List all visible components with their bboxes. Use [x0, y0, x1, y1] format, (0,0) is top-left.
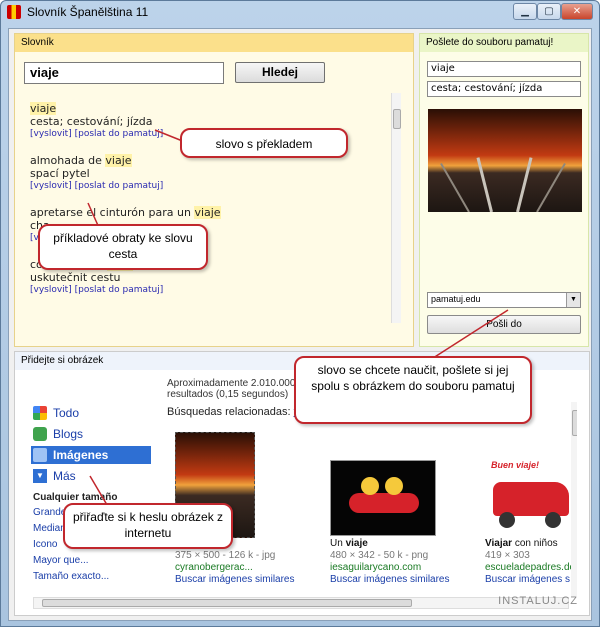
send-panel: Pošlete do souboru pamatuj! viaje cesta;… [419, 33, 589, 347]
filter-exact-size[interactable]: Tamaño exacto... [33, 571, 109, 582]
filter-icon[interactable]: Icono [33, 539, 57, 550]
nav-more[interactable]: ▼ Más [31, 467, 151, 485]
minimize-button[interactable]: ▁ [513, 3, 537, 20]
nav-images[interactable]: Imágenes [31, 446, 151, 464]
filter-larger-than[interactable]: Mayor que... [33, 555, 89, 566]
chevron-down-icon[interactable]: ▼ [566, 293, 580, 307]
similar-images-link[interactable]: Buscar imágenes similares [330, 574, 450, 586]
dictionary-panel-title: Slovník [15, 34, 413, 52]
scrollbar-thumb[interactable] [42, 599, 412, 607]
callout-word-translation: slovo s překladem [180, 128, 348, 158]
image-result-red-car[interactable]: Buen viaje! [485, 460, 575, 536]
pronounce-link[interactable]: [vyslovit] [30, 285, 72, 295]
camera-icon [33, 448, 47, 462]
image-search-hscroll[interactable] [33, 597, 569, 609]
send-button[interactable]: Pošli do [427, 315, 581, 334]
dictionary-panel: Slovník viaje Hledej viaje cesta; cestov… [14, 33, 414, 347]
scrollbar-thumb[interactable] [393, 109, 401, 129]
search-input[interactable]: viaje [24, 62, 224, 84]
similar-images-link[interactable]: Buscar imágenes s [485, 574, 575, 586]
search-button[interactable]: Hledej [235, 62, 325, 83]
scrollbar-thumb[interactable] [572, 410, 577, 436]
entry-translation: uskutečnit cestu [30, 271, 121, 284]
results-scrollbar[interactable] [391, 93, 401, 323]
word-field[interactable]: viaje [427, 61, 581, 77]
pronounce-link[interactable]: [vyslovit] [30, 181, 72, 191]
image-result-cartoon-plane[interactable] [330, 460, 436, 536]
nav-blogs[interactable]: Blogs [31, 425, 151, 443]
send-panel-title: Pošlete do souboru pamatuj! [420, 34, 588, 52]
title-bar: Slovník Španělština 11 ▁ ▢ ✕ [1, 1, 599, 23]
send-to-memo-link[interactable]: [poslat do pamatuj] [75, 181, 164, 191]
entry-highlight: viaje [105, 154, 132, 167]
callout-image-tip: přiřaďte si k heslu obrázek z internetu [63, 503, 233, 549]
size-filter-title: Cualquier tamaño [33, 492, 118, 503]
google-icon [33, 406, 47, 420]
entry-phrase: viaje [30, 102, 380, 115]
close-button[interactable]: ✕ [561, 3, 593, 20]
image-caption: Un viaje 480 × 342 - 50 k - png iesaguil… [330, 538, 450, 586]
callout-phrases: příkladové obraty ke slovu cesta [38, 224, 208, 270]
window-title: Slovník Španělština 11 [27, 5, 149, 19]
send-to-memo-link[interactable]: [poslat do pamatuj] [75, 285, 164, 295]
file-select[interactable]: pamatuj.edu ▼ [427, 292, 581, 308]
pronounce-link[interactable]: [vyslovit] [30, 129, 72, 139]
results-time: resultados (0,15 segundos) [167, 389, 289, 400]
image-caption: 375 × 500 - 126 k - jpg cyranobergerac..… [175, 550, 295, 586]
selected-image [428, 109, 582, 212]
chat-icon [33, 427, 47, 441]
translation-field[interactable]: cesta; cestování; jízda [427, 81, 581, 97]
entry-highlight: viaje [194, 206, 221, 219]
image-badge-text: Buen viaje! [491, 460, 540, 470]
send-to-memo-link[interactable]: [poslat do pamatuj] [75, 129, 164, 139]
list-item: almohada de viaje spací pytel [vyslovit]… [30, 154, 380, 193]
entry-translation: spací pytel [30, 167, 90, 180]
watermark: INSTALUJ.CZ [498, 595, 578, 607]
nav-todo[interactable]: Todo [31, 404, 151, 422]
app-flag-icon [7, 5, 21, 19]
image-search-vscroll[interactable] [571, 402, 577, 596]
entry-phrase: apretarse el cinturón para un viaje [30, 206, 221, 219]
entry-highlight: viaje [30, 102, 57, 115]
dropdown-icon: ▼ [33, 469, 47, 483]
filter-large[interactable]: Grande [33, 507, 66, 518]
entry-translation: cesta; cestování; jízda [30, 115, 153, 128]
similar-images-link[interactable]: Buscar imágenes similares [175, 574, 295, 586]
image-caption: Viajar con niños 419 × 303 escueladepadr… [485, 538, 575, 586]
maximize-button[interactable]: ▢ [537, 3, 561, 20]
callout-send-tip: slovo se chcete naučit, pošlete si jej s… [294, 356, 532, 424]
